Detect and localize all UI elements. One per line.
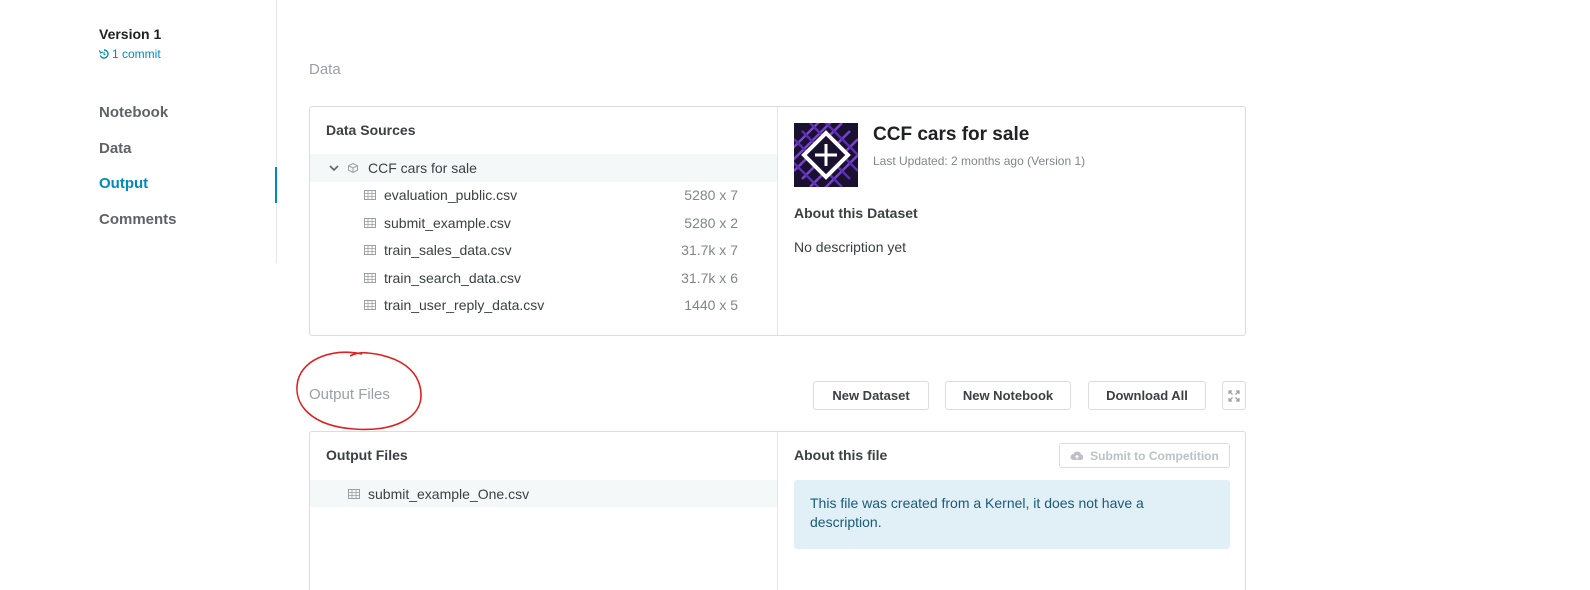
file-name: evaluation_public.csv bbox=[384, 187, 518, 203]
nav-list: Notebook Data Output Comments bbox=[99, 103, 177, 245]
output-files-panel: Output Files submit_example_One.csv Abou… bbox=[309, 431, 1246, 590]
file-row[interactable]: evaluation_public.csv 5280 x 7 bbox=[310, 181, 777, 209]
output-file-row[interactable]: submit_example_One.csv bbox=[310, 480, 777, 507]
output-file-name: submit_example_One.csv bbox=[368, 485, 530, 502]
data-section-title: Data bbox=[309, 61, 341, 78]
version-title: Version 1 bbox=[99, 26, 162, 42]
about-file-heading: About this file bbox=[794, 447, 888, 463]
nav-item-notebook[interactable]: Notebook bbox=[99, 103, 177, 139]
file-size: 1440 x 5 bbox=[684, 297, 738, 313]
table-icon bbox=[364, 218, 376, 228]
submit-label: Submit to Competition bbox=[1090, 448, 1219, 463]
file-name: train_sales_data.csv bbox=[384, 242, 512, 258]
table-icon bbox=[364, 273, 376, 283]
table-icon bbox=[348, 488, 360, 499]
file-size: 31.7k x 6 bbox=[681, 270, 738, 286]
panel-divider bbox=[777, 432, 778, 590]
file-row[interactable]: submit_example.csv 5280 x 2 bbox=[310, 209, 777, 237]
dataset-tree-node[interactable]: CCF cars for sale bbox=[310, 154, 777, 182]
file-size: 31.7k x 7 bbox=[681, 242, 738, 258]
submit-to-competition-button[interactable]: Submit to Competition bbox=[1059, 443, 1230, 468]
nav-item-output[interactable]: Output bbox=[99, 174, 177, 210]
table-icon bbox=[364, 190, 376, 200]
sidebar: Version 1 1 commit Notebook Data Output … bbox=[0, 0, 277, 263]
panel-divider bbox=[777, 107, 778, 335]
commit-label: 1 commit bbox=[112, 47, 161, 61]
table-icon bbox=[364, 245, 376, 255]
output-files-heading: Output Files bbox=[326, 447, 408, 463]
dataset-name: CCF cars for sale bbox=[368, 160, 477, 176]
cloud-upload-icon bbox=[1070, 451, 1084, 460]
data-sources-panel: Data Sources CCF cars for sale evaluatio… bbox=[309, 106, 1246, 336]
output-section-title: Output Files bbox=[309, 386, 390, 403]
expand-icon bbox=[1228, 389, 1240, 402]
active-nav-indicator bbox=[275, 167, 277, 203]
file-name: submit_example.csv bbox=[384, 215, 511, 231]
dataset-description: No description yet bbox=[794, 239, 907, 255]
file-row[interactable]: train_search_data.csv 31.7k x 6 bbox=[310, 264, 777, 292]
about-dataset-heading: About this Dataset bbox=[794, 205, 918, 221]
data-sources-heading: Data Sources bbox=[326, 122, 416, 138]
file-name: train_search_data.csv bbox=[384, 270, 521, 286]
file-row[interactable]: train_user_reply_data.csv 1440 x 5 bbox=[310, 291, 777, 319]
table-icon bbox=[364, 300, 376, 310]
dataset-title[interactable]: CCF cars for sale bbox=[873, 124, 1029, 146]
file-name: train_user_reply_data.csv bbox=[384, 297, 545, 313]
download-all-button[interactable]: Download All bbox=[1088, 381, 1206, 410]
new-dataset-button[interactable]: New Dataset bbox=[813, 381, 929, 410]
file-row[interactable]: train_sales_data.csv 31.7k x 7 bbox=[310, 236, 777, 264]
history-icon bbox=[99, 49, 109, 59]
dataset-thumbnail-icon bbox=[794, 123, 858, 187]
file-size: 5280 x 2 bbox=[684, 215, 738, 231]
dataset-last-updated: Last Updated: 2 months ago (Version 1) bbox=[873, 154, 1086, 168]
nav-item-comments[interactable]: Comments bbox=[99, 210, 177, 246]
expand-button[interactable] bbox=[1222, 381, 1246, 410]
dataset-icon bbox=[348, 163, 358, 173]
file-info-box: This file was created from a Kernel, it … bbox=[794, 480, 1230, 549]
chevron-down-icon bbox=[329, 165, 339, 172]
commit-link[interactable]: 1 commit bbox=[99, 47, 161, 61]
nav-item-data[interactable]: Data bbox=[99, 139, 177, 175]
file-size: 5280 x 7 bbox=[684, 187, 738, 203]
new-notebook-button[interactable]: New Notebook bbox=[945, 381, 1071, 410]
